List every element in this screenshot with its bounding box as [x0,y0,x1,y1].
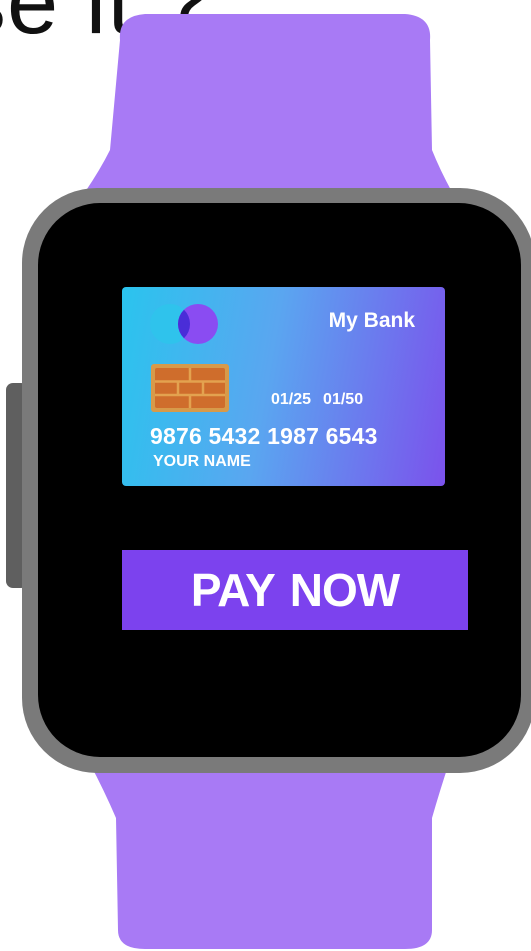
card-holder-name: YOUR NAME [153,453,251,470]
bottom-strap [88,760,450,949]
watch-illustration: se it ? My Bank [0,0,531,951]
card-network-logo-icon [150,304,218,344]
card-chip-icon [151,364,229,412]
valid-thru: 01/50 [323,391,364,408]
bank-name: My Bank [328,309,415,332]
payment-card[interactable]: My Bank 01/25 01/50 9876 5432 1987 6543 Y… [122,287,445,486]
valid-from: 01/25 [271,391,312,408]
card-number: 9876 5432 1987 6543 [150,423,378,449]
card-validity: 01/25 01/50 [271,391,363,409]
pay-now-button[interactable]: PAY NOW [122,550,468,630]
top-strap [85,14,452,192]
